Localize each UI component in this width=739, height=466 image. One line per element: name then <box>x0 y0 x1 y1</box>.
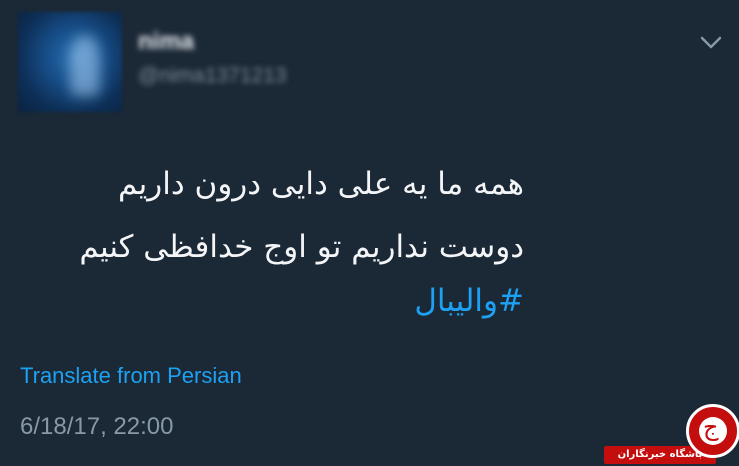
chevron-down-icon[interactable] <box>700 36 722 50</box>
avatar[interactable] <box>18 12 122 112</box>
author-handle[interactable]: @nima1371213 <box>138 64 287 88</box>
watermark-glyph: ج <box>703 413 719 441</box>
author-name[interactable]: nima <box>138 28 194 56</box>
news-club-logo-icon: ج <box>686 404 739 458</box>
watermark: باشگاه خبرنگاران ج <box>604 400 739 466</box>
avatar-figure <box>70 36 100 96</box>
hashtag-link[interactable]: #والیبال <box>20 283 524 319</box>
translate-link[interactable]: Translate from Persian <box>20 363 242 389</box>
tweet-text-line: همه ما یه علی دایی درون داریم <box>118 166 524 202</box>
tweet-text-line: دوست نداریم تو اوج خدافظی کنیم <box>79 229 524 265</box>
tweet-timestamp[interactable]: 6/18/17, 22:00 <box>20 413 173 441</box>
